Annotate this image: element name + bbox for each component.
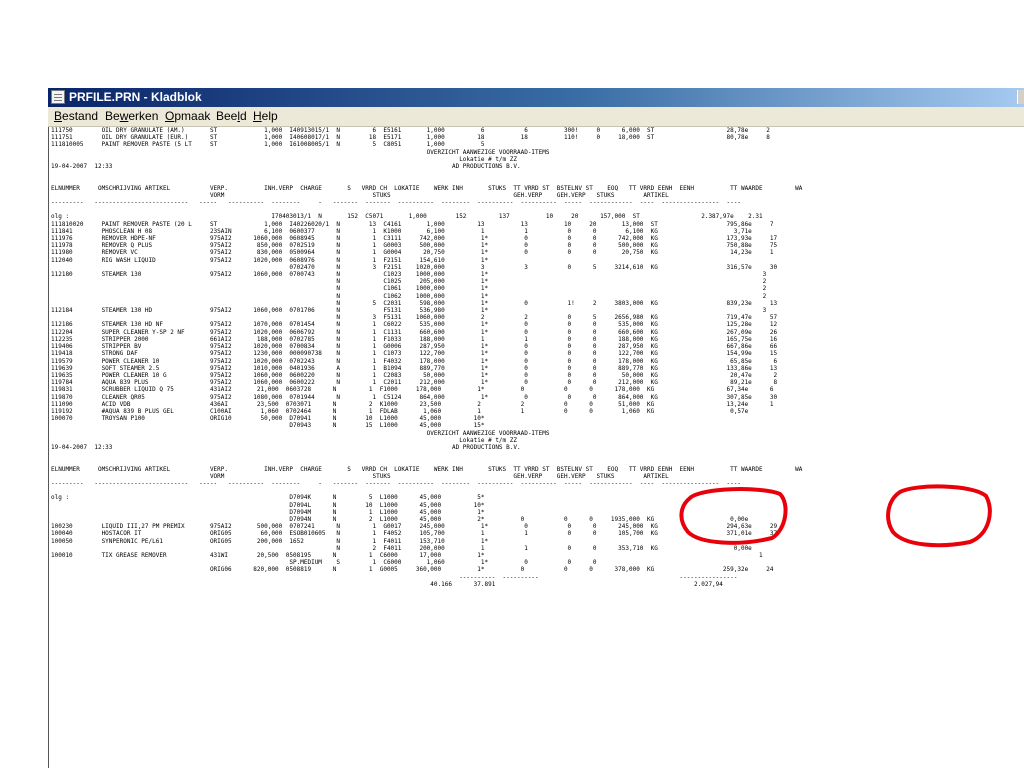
menu-beeld[interactable]: Beeld [216,109,247,124]
notepad-icon[interactable] [51,90,65,104]
window-control-button[interactable] [1017,90,1024,104]
menu-bewerken[interactable]: Bewerken [105,109,158,124]
text-editor-area[interactable]: 111750 OIL DRY GRANULATE (AM.) ST 1,000 … [48,127,1024,768]
menu-opmaak[interactable]: Opmaak [165,109,210,124]
document-text[interactable]: 111750 OIL DRY GRANULATE (AM.) ST 1,000 … [51,127,802,588]
menu-bestand[interactable]: Bestand [54,109,98,124]
menu-bar: Bestand Bewerken Opmaak Beeld Help [48,107,1024,127]
menu-help[interactable]: Help [253,109,278,124]
title-bar[interactable]: PRFILE.PRN - Kladblok [48,88,1024,107]
notepad-window: PRFILE.PRN - Kladblok Bestand Bewerken Opm… [48,88,1024,768]
window-title: PRFILE.PRN - Kladblok [69,90,202,104]
